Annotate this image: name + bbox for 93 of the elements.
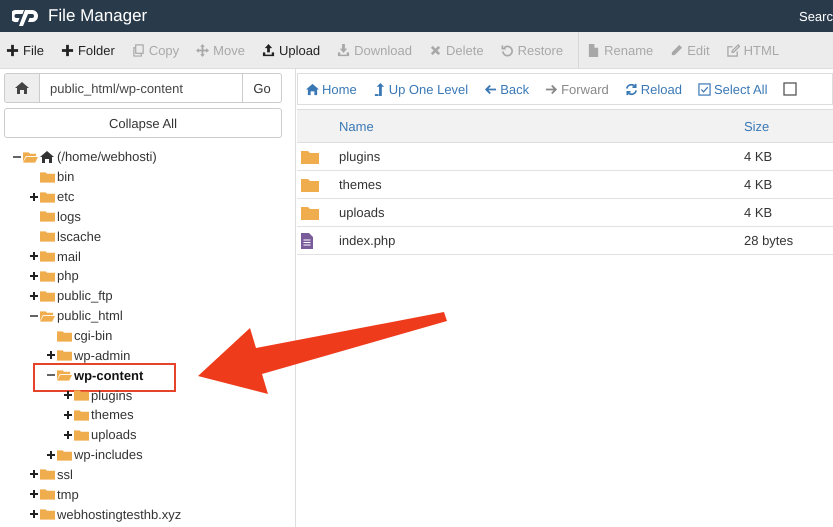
tree-item[interactable]: tmp xyxy=(57,486,79,502)
file-size: 4 KB xyxy=(743,170,833,198)
home-icon xyxy=(306,82,319,96)
forward-icon xyxy=(545,82,558,96)
tree-item[interactable]: themes xyxy=(91,407,134,422)
move-icon xyxy=(196,44,210,56)
plus-icon[interactable] xyxy=(29,509,39,520)
delete-icon xyxy=(429,44,442,56)
tree-item[interactable]: ssl xyxy=(57,466,73,482)
folder-icon xyxy=(40,190,55,203)
folder-icon xyxy=(57,349,72,362)
nav-button[interactable]: Home xyxy=(306,82,357,96)
file-icon xyxy=(587,44,600,56)
folder-icon xyxy=(40,210,55,222)
folder-icon xyxy=(40,290,55,302)
file-size: 4 KB xyxy=(743,198,833,226)
tree-item[interactable]: php xyxy=(57,268,79,284)
toolbar-button[interactable]: File xyxy=(4,42,50,58)
tree-item[interactable]: bin xyxy=(57,169,74,184)
folder-icon xyxy=(40,250,55,262)
app-title: File Manager xyxy=(48,6,148,26)
home-icon xyxy=(15,82,29,94)
path-input[interactable]: public_html/wp-content xyxy=(40,73,243,103)
file-name[interactable]: themes xyxy=(338,170,743,198)
tree-item[interactable]: cgi-bin xyxy=(74,328,112,344)
copy-icon xyxy=(132,44,145,56)
plus-icon[interactable] xyxy=(29,489,39,500)
file-name[interactable]: plugins xyxy=(338,142,743,170)
reload-icon xyxy=(624,82,638,96)
file-name[interactable]: index.php xyxy=(338,226,743,254)
folder-icon xyxy=(40,170,55,183)
tree-item[interactable]: logs xyxy=(57,208,81,224)
plus-icon[interactable] xyxy=(46,350,56,360)
plus-icon[interactable] xyxy=(29,469,39,480)
folder-icon xyxy=(74,428,89,441)
download-icon xyxy=(337,44,350,56)
column-header[interactable]: Size xyxy=(743,110,833,142)
back-icon xyxy=(484,82,498,96)
nav-button[interactable]: Reload xyxy=(624,82,682,96)
check-icon xyxy=(698,82,711,96)
open-folder-icon xyxy=(57,369,72,382)
open-folder-icon xyxy=(40,310,55,322)
restore-icon xyxy=(500,44,514,56)
tree-item[interactable]: public_html xyxy=(57,308,123,324)
tree-item[interactable]: wp-admin xyxy=(74,348,130,363)
nav-button[interactable]: Up One Level xyxy=(372,82,468,96)
folder-icon xyxy=(40,230,55,242)
plus-icon[interactable] xyxy=(46,450,56,460)
column-header[interactable]: Name xyxy=(338,110,743,142)
open-folder-icon xyxy=(23,150,38,163)
folder-icon xyxy=(40,270,55,282)
plus-icon[interactable] xyxy=(63,410,73,420)
plus-icon[interactable] xyxy=(29,290,39,301)
plus-icon[interactable] xyxy=(63,430,73,440)
checkbox-icon[interactable] xyxy=(783,82,798,96)
up-icon xyxy=(372,82,386,96)
plus-icon[interactable] xyxy=(29,251,39,262)
tree-item[interactable]: public_ftp xyxy=(57,288,113,304)
folder-icon xyxy=(40,508,55,520)
plus-icon[interactable] xyxy=(63,390,73,400)
search-link[interactable]: Searc xyxy=(799,8,833,24)
home-icon xyxy=(40,150,54,163)
folder-icon xyxy=(40,488,55,500)
tree-item[interactable]: lscache xyxy=(57,228,102,244)
tree-item[interactable]: webhostingtesthb.xyz xyxy=(57,506,182,522)
pencil-icon xyxy=(670,44,684,56)
plus-icon[interactable] xyxy=(29,192,39,202)
nav-button[interactable]: Select All xyxy=(698,82,768,96)
tree-item[interactable]: uploads xyxy=(91,427,137,442)
file-size: 4 KB xyxy=(743,142,833,170)
file-size: 28 bytes xyxy=(743,226,833,254)
tree-item[interactable]: wp-content xyxy=(74,368,144,383)
plus-icon xyxy=(60,44,74,56)
file-name[interactable]: uploads xyxy=(338,198,743,226)
tree-item[interactable]: etc xyxy=(57,189,74,204)
plus-icon[interactable] xyxy=(29,270,39,281)
go-button[interactable]: Go xyxy=(243,73,282,103)
folder-icon xyxy=(74,408,89,421)
edit-icon xyxy=(726,44,740,56)
tree-item[interactable]: wp-includes xyxy=(74,447,143,462)
plus-icon xyxy=(6,44,19,56)
nav-button[interactable]: Back xyxy=(484,82,530,96)
upload-icon xyxy=(262,44,275,56)
folder-icon xyxy=(57,330,72,342)
folder-icon xyxy=(40,468,55,480)
home-button[interactable] xyxy=(4,73,40,103)
folder-icon xyxy=(57,448,72,461)
toolbar-button[interactable]: Folder xyxy=(58,42,121,58)
toolbar-button[interactable]: Upload xyxy=(260,42,326,58)
collapse-all-button[interactable]: Collapse All xyxy=(4,108,282,138)
tree-item[interactable]: (/home/webhosti) xyxy=(57,149,157,164)
tree-item[interactable]: mail xyxy=(57,248,81,264)
tree-item[interactable]: plugins xyxy=(91,388,132,403)
